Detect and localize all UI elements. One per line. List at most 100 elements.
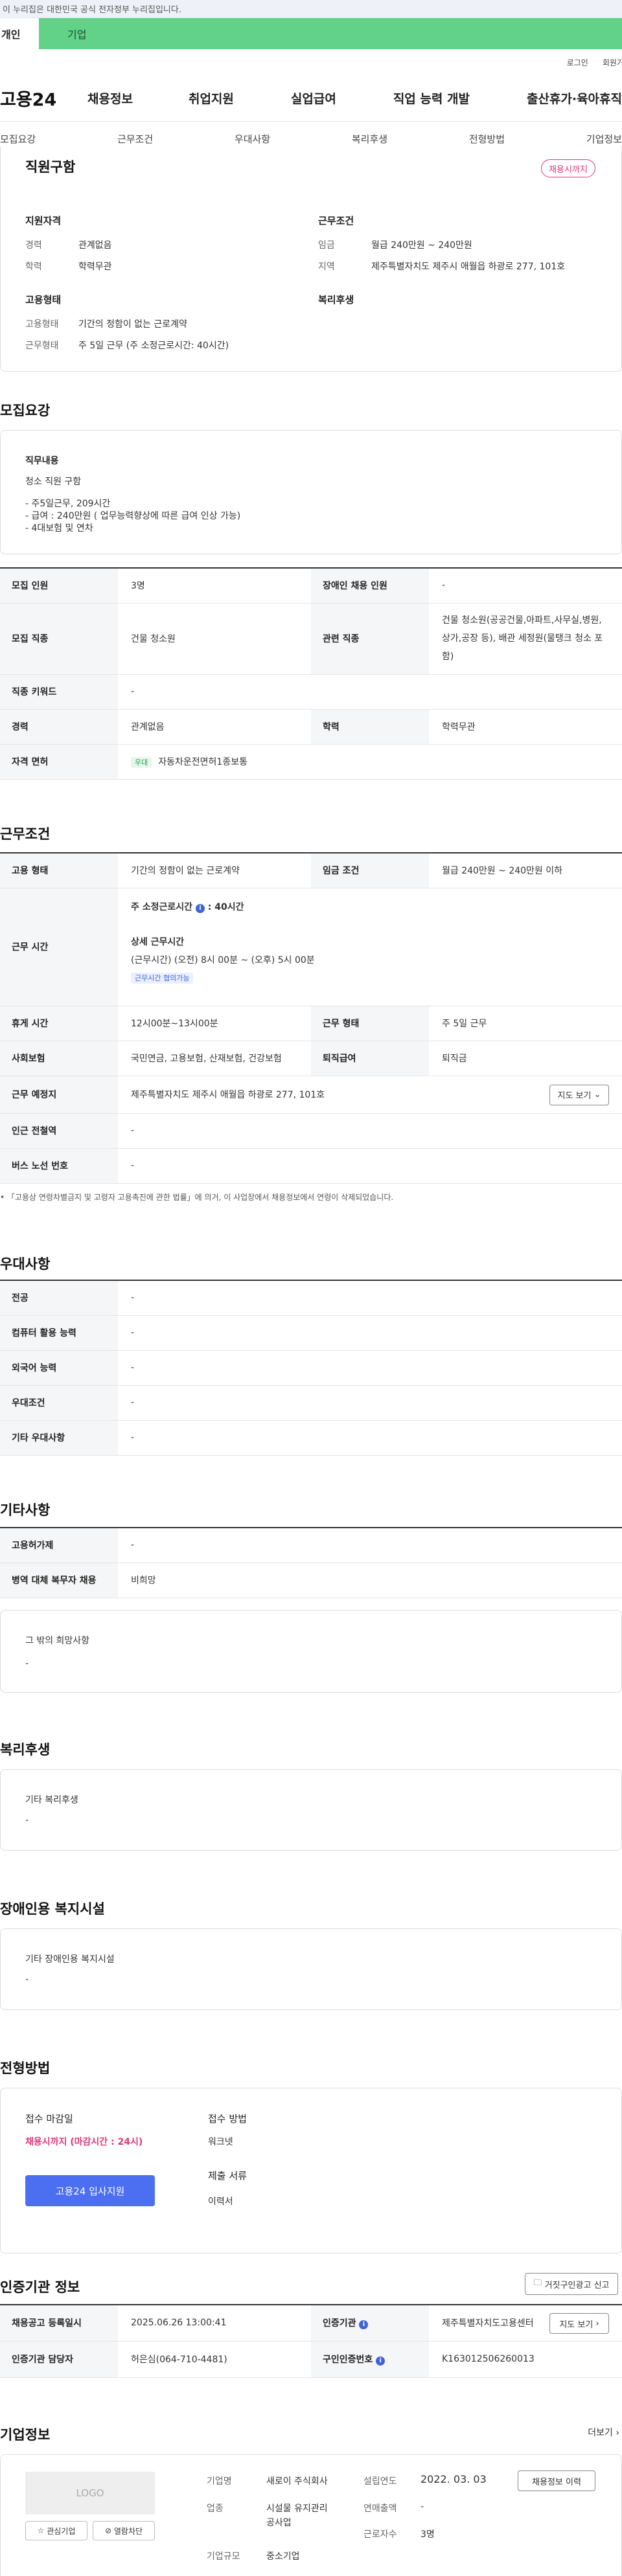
hours-chip: 근무시간 협의가능 xyxy=(131,972,194,984)
selection-title: 전형방법 xyxy=(0,2061,51,2076)
site-logo[interactable]: 고용24 xyxy=(0,85,63,111)
form-label: 근무 형태 xyxy=(311,1006,429,1041)
career-label: 경력 xyxy=(25,240,42,251)
staff-value: 3명 xyxy=(420,2529,435,2540)
etc-title: 기타사항 xyxy=(0,1502,51,1518)
chevron-right-icon: › xyxy=(595,2318,599,2329)
nav-parental-leave[interactable]: 출산휴가·육아휴직 xyxy=(527,89,622,107)
signup-link[interactable]: 회원가입 xyxy=(603,57,622,68)
company-title: 기업정보 xyxy=(0,2427,51,2443)
etc-card: 그 밖의 희망사항 - xyxy=(0,1610,622,1693)
login-link[interactable]: 로그인 xyxy=(567,57,588,68)
career-value: 관계없음 xyxy=(118,709,311,745)
subnav-selection[interactable]: 전형방법 xyxy=(469,132,505,146)
etc-label: 고용허가제 xyxy=(0,1527,118,1563)
form-value: 주 5일 근무 xyxy=(429,1006,622,1041)
place-cell: 제주특별자치도 제주시 애월읍 하광로 277, 101호 지도 보기 ⌄ xyxy=(118,1076,622,1114)
edu-label: 학력 xyxy=(311,709,429,745)
hours-weekly-value: : 40시간 xyxy=(207,901,244,912)
break-label: 휴게 시간 xyxy=(0,1006,118,1041)
nav-unemployment[interactable]: 실업급여 xyxy=(291,89,336,107)
util-links: 로그인 회원가입 xyxy=(0,49,622,75)
subnav-recruit[interactable]: 모집요강 xyxy=(0,132,36,146)
info-icon[interactable]: i xyxy=(376,2356,386,2366)
etc-card-heading: 그 밖의 희망사항 xyxy=(25,1636,90,1646)
employment-heading: 고용형태 xyxy=(25,294,62,306)
duty-line: - 4대보험 및 연차 xyxy=(25,523,93,534)
etc-card-value: - xyxy=(25,1658,29,1669)
nav-training[interactable]: 직업 능력 개발 xyxy=(393,89,470,107)
welfare-card: 기타 복리후생 - xyxy=(0,1769,622,1851)
place-label: 근무 예정지 xyxy=(0,1076,118,1114)
qualification-heading: 지원자격 xyxy=(25,215,62,227)
conditions-heading: 근무조건 xyxy=(318,215,354,227)
break-value: 12시00분~13시00분 xyxy=(118,1006,311,1041)
block-button[interactable]: ⊘ 열람차단 xyxy=(93,2521,155,2540)
apply-button[interactable]: 고용24 입사지원 xyxy=(25,2175,155,2206)
company-more-link[interactable]: 더보기 › xyxy=(588,2426,619,2439)
method-value: 워크넷 xyxy=(208,2137,233,2147)
nav-jobs[interactable]: 채용정보 xyxy=(87,89,133,107)
agency-label: 인증기관 i xyxy=(311,2304,429,2342)
insurance-label: 사회보험 xyxy=(0,1041,118,1076)
bus-label: 버스 노선 번호 xyxy=(0,1148,118,1184)
subnav-welfare[interactable]: 복리후생 xyxy=(352,132,387,146)
region-value: 제주특별자치도 제주시 애월읍 하광로 277, 101호 xyxy=(371,262,566,272)
history-button[interactable]: 채용정보 이력 xyxy=(518,2470,595,2491)
place-value: 제주특별자치도 제주시 애월읍 하광로 277, 101호 xyxy=(131,1090,325,1100)
pref-value: - xyxy=(118,1385,622,1421)
retire-label: 퇴직급여 xyxy=(311,1041,429,1076)
wage-label: 임금 조건 xyxy=(311,852,429,888)
type-label: 고용 형태 xyxy=(0,852,118,888)
pref-label: 외국어 능력 xyxy=(0,1350,118,1386)
subnav-work[interactable]: 근무조건 xyxy=(117,132,153,146)
map-button[interactable]: 지도 보기 ⌄ xyxy=(549,1084,609,1105)
docs-value: 이력서 xyxy=(208,2197,233,2207)
subnav-pref[interactable]: 우대사항 xyxy=(235,132,270,146)
license-value: 자동차운전면허1종보통 xyxy=(158,757,248,767)
subnav-company[interactable]: 기업정보 xyxy=(586,132,622,146)
industry-value: 시설물 유지관리 공사업 xyxy=(266,2503,328,2528)
summary-title: 직원구함 xyxy=(25,159,76,175)
num-value: K163012506260013 xyxy=(429,2341,622,2378)
company-card: LOGO ☆ 관심기업 ⊘ 열람차단 기업명 새로이 주식회사 업종 시설물 유… xyxy=(0,2454,622,2576)
related-label: 관련 직종 xyxy=(311,603,429,675)
retire-value: 퇴직금 xyxy=(429,1041,622,1076)
tab-company[interactable]: 기업 xyxy=(39,18,622,49)
pref-label: 전공 xyxy=(0,1280,118,1316)
sales-value: - xyxy=(420,2502,424,2512)
favorite-label: 관심기업 xyxy=(47,2526,76,2536)
pref-label: 컴퓨터 활용 능력 xyxy=(0,1315,118,1351)
founded-value: 2022. 03. 03 xyxy=(420,2473,487,2485)
disabled-label: 장애인 채용 인원 xyxy=(311,567,429,604)
wage-label: 임금 xyxy=(318,240,335,251)
site-tabs: 개인 기업 xyxy=(0,18,622,49)
welfare-title: 복리후생 xyxy=(0,1742,51,1757)
size-label: 기업규모 xyxy=(207,2551,240,2562)
info-icon[interactable]: i xyxy=(195,903,205,913)
tab-individual[interactable]: 개인 xyxy=(0,18,39,49)
welfare-heading: 복리후생 xyxy=(318,294,354,306)
hours-detail-heading: 상세 근무시간 xyxy=(131,936,185,947)
recruit-title: 모집요강 xyxy=(0,403,51,418)
keyword-value: - xyxy=(118,674,622,710)
favorite-button[interactable]: ☆ 관심기업 xyxy=(25,2521,87,2540)
duty-line: - 급여 : 240만원 ( 업무능력향상에 따른 급여 인상 가능) xyxy=(25,511,241,521)
wage-value: 월급 240만원 ~ 240만원 xyxy=(371,240,472,251)
reg-value: 2025.06.26 13:00:41 xyxy=(118,2304,311,2342)
pref-value: - xyxy=(118,1420,622,1456)
report-button[interactable]: 🗀 거짓구인광고 신고 xyxy=(525,2273,618,2295)
info-icon[interactable]: i xyxy=(359,2320,369,2330)
report-button-label: 거짓구인광고 신고 xyxy=(544,2280,610,2290)
num-label: 구인인증번호 i xyxy=(311,2341,429,2378)
etc-table: 고용허가제 - 병역 대체 복무자 채용 비희망 xyxy=(0,1527,622,1598)
folder-icon: 🗀 xyxy=(533,2278,542,2288)
hours-cell: 주 소정근로시간 i : 40시간 상세 근무시간 (근무시간) (오전) 8시… xyxy=(118,888,622,1006)
pref-label: 우대조건 xyxy=(0,1385,118,1421)
nav-employment-support[interactable]: 취업지원 xyxy=(189,89,234,107)
agency-map-button[interactable]: 지도 보기 › xyxy=(549,2313,609,2334)
industry-label: 업종 xyxy=(207,2503,224,2514)
hours-weekly: 주 소정근로시간 i : 40시간 xyxy=(131,900,609,913)
founded-label: 설립연도 xyxy=(363,2476,397,2487)
type-value: 기간의 정함이 없는 근로계약 xyxy=(118,852,311,888)
